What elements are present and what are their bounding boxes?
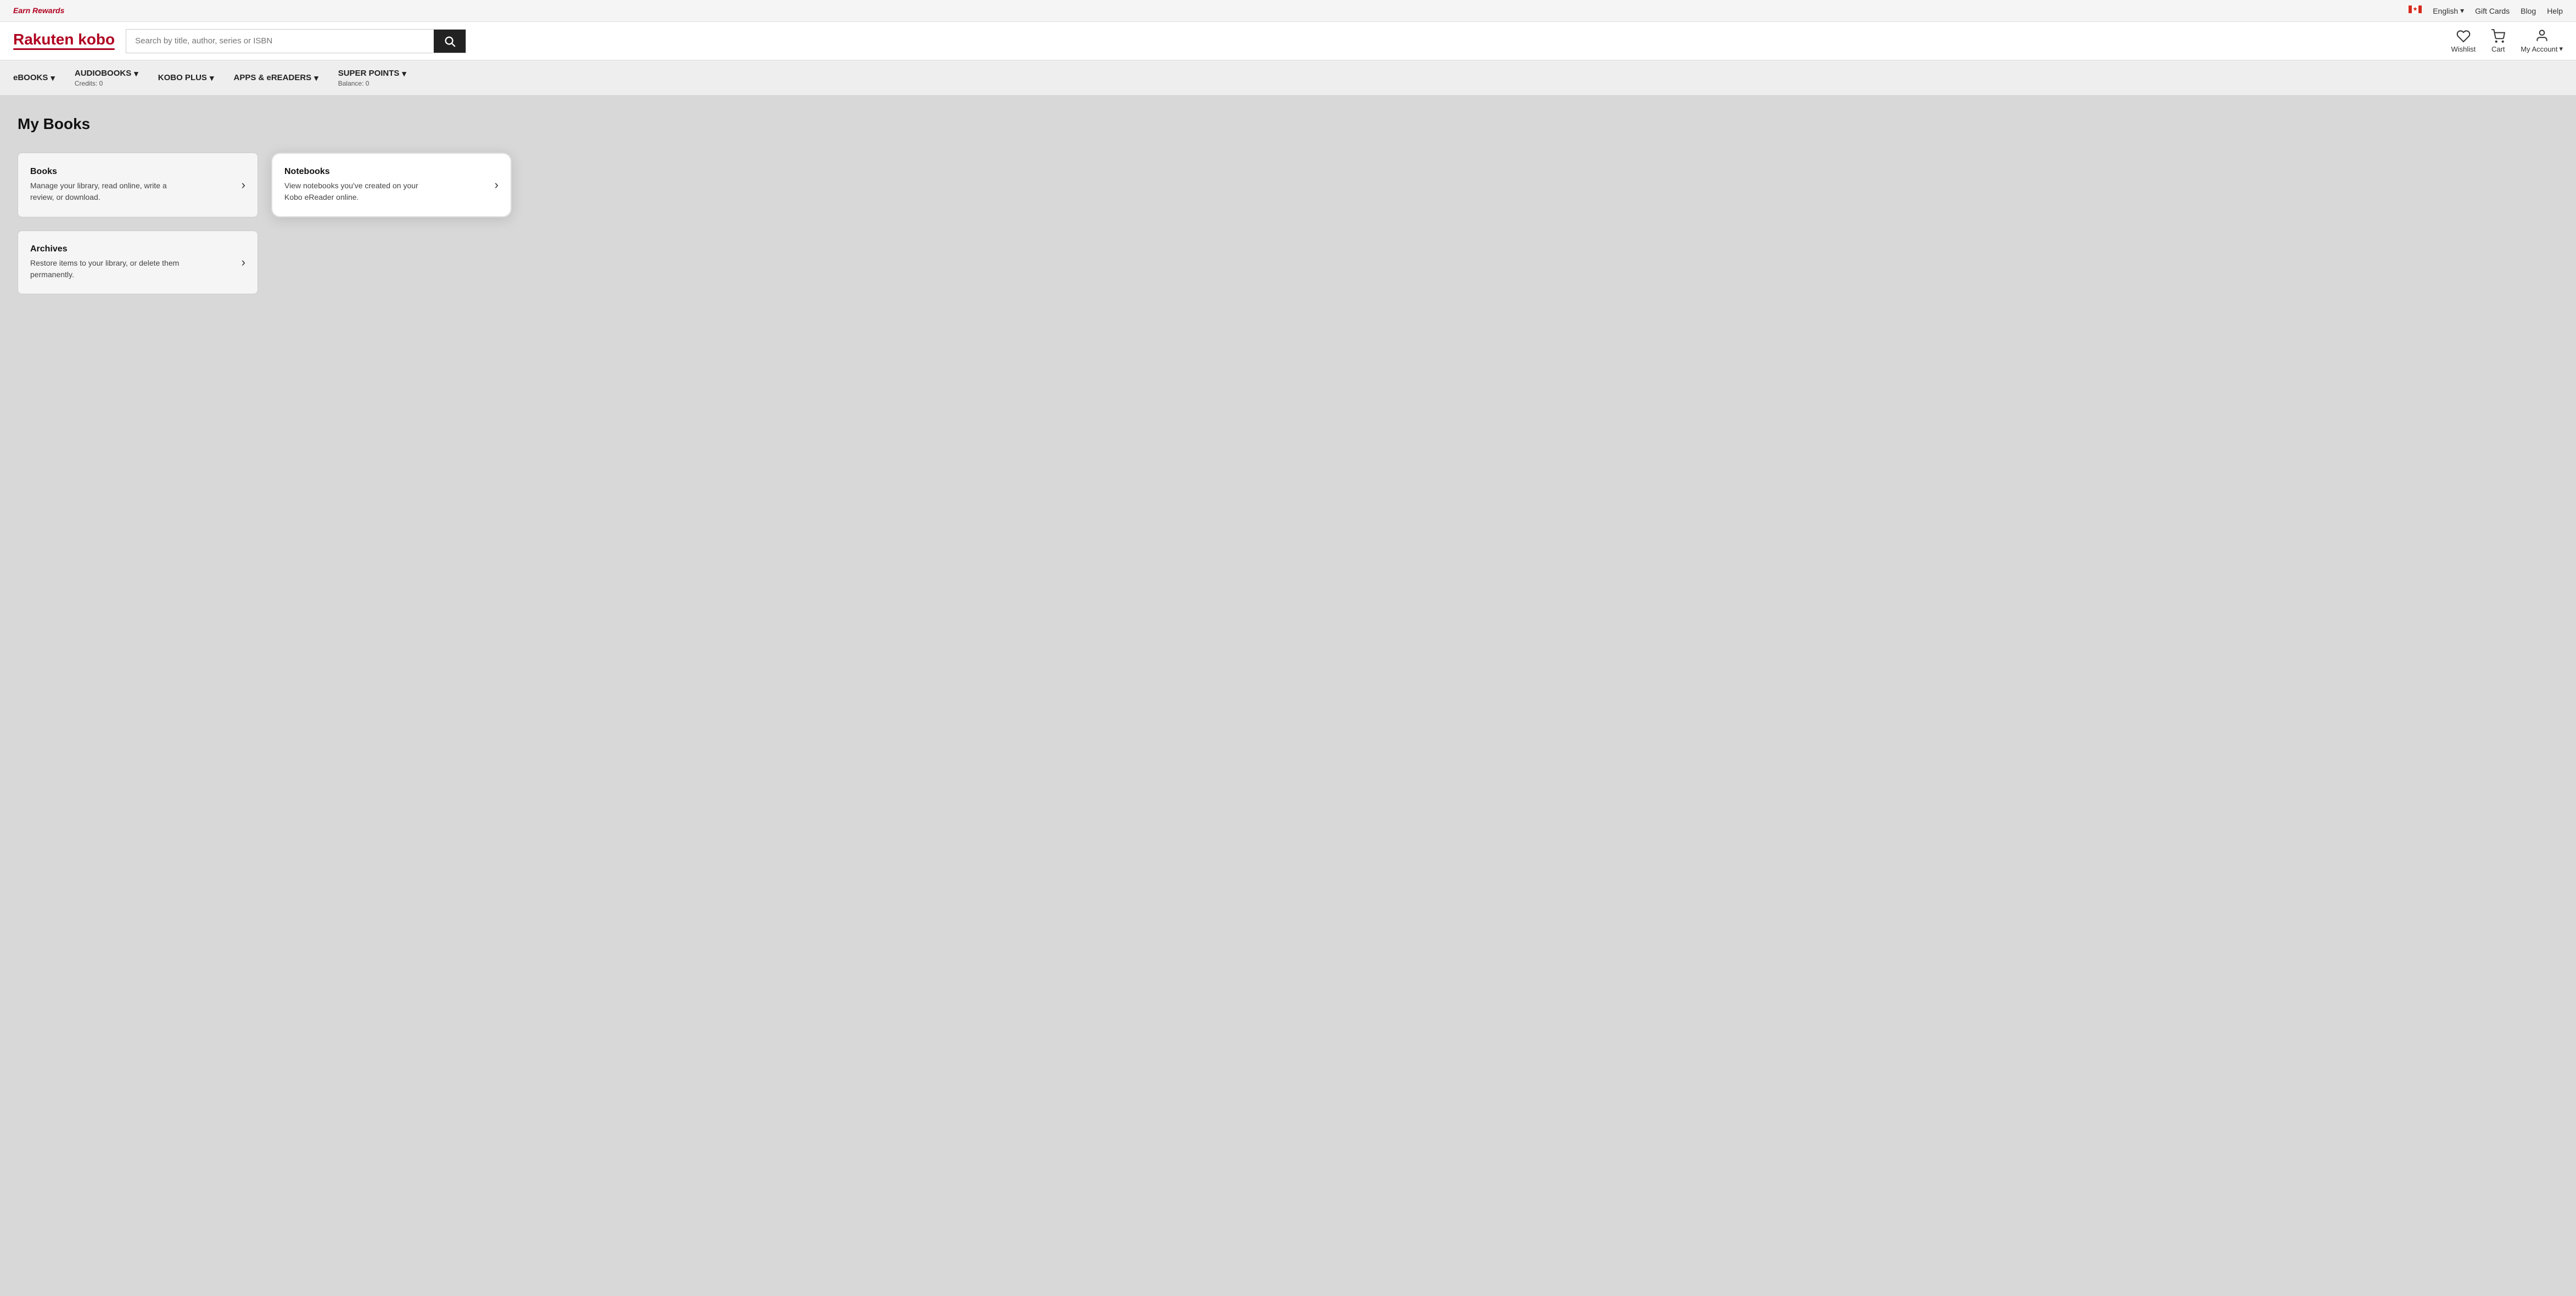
cards-bottom: Archives Restore items to your library, … [18,231,512,294]
nav-superpoints[interactable]: SUPER POINTS ▾ Balance: 0 [328,60,416,95]
help-link[interactable]: Help [2547,7,2563,15]
wishlist-label: Wishlist [2451,45,2476,53]
account-label: My Account ▾ [2521,44,2563,53]
nav-audiobooks[interactable]: AUDIOBOOKS ▾ Credits: 0 [65,60,148,95]
nav-audiobooks-chevron: ▾ [134,69,138,78]
archives-card-title: Archives [30,244,184,254]
heart-icon [2456,29,2471,43]
search-bar [126,29,466,53]
nav-apps-label: APPS & eREADERS [233,73,311,82]
nav-koboplus[interactable]: KOBO PLUS ▾ [148,60,224,95]
nav-bar: eBOOKS ▾ AUDIOBOOKS ▾ Credits: 0 KOBO PL… [0,60,2576,96]
books-card-arrow [242,178,245,192]
books-card-desc: Manage your library, read online, write … [30,180,184,203]
archives-card[interactable]: Archives Restore items to your library, … [18,231,258,294]
cart-icon [2491,29,2505,43]
empty-cell [271,231,512,294]
header-actions: Wishlist Cart My Account ▾ [2451,29,2563,53]
utility-bar-right: English ▾ Gift Cards Blog Help [2409,5,2563,16]
search-icon [444,35,456,47]
page-content: My Books Books Manage your library, read… [0,96,2576,1282]
archives-card-desc: Restore items to your library, or delete… [30,257,184,280]
language-chevron-icon: ▾ [2460,6,2464,15]
notebooks-card-title: Notebooks [284,167,438,177]
account-button[interactable]: My Account ▾ [2521,29,2563,53]
nav-ebooks-label: eBOOKS [13,73,48,82]
logo-rakuten: Rakuten [13,31,78,48]
logo-text: Rakuten kobo [13,32,115,47]
notebooks-card-text: Notebooks View notebooks you've created … [284,167,438,203]
books-card[interactable]: Books Manage your library, read online, … [18,153,258,217]
nav-ebooks[interactable]: eBOOKS ▾ [13,60,65,95]
search-input[interactable] [126,30,434,53]
earn-rewards-link[interactable]: Earn Rewards [13,6,64,15]
nav-superpoints-label: SUPER POINTS [338,69,400,78]
main-header: Rakuten kobo Wishlist Cart [0,22,2576,60]
nav-ebooks-chevron: ▾ [51,73,55,83]
nav-koboplus-label: KOBO PLUS [158,73,207,82]
logo-underline [13,48,115,50]
books-card-title: Books [30,167,184,177]
language-label: English [2433,7,2458,15]
utility-bar-left: Earn Rewards [13,6,64,16]
books-card-text: Books Manage your library, read online, … [30,167,184,203]
page-title: My Books [18,115,2558,133]
nav-superpoints-balance: Balance: 0 [338,80,369,87]
nav-apps[interactable]: APPS & eREADERS ▾ [223,60,328,95]
archives-card-text: Archives Restore items to your library, … [30,244,184,280]
nav-audiobooks-label: AUDIOBOOKS [75,69,131,78]
cart-label: Cart [2491,45,2505,53]
wishlist-button[interactable]: Wishlist [2451,29,2476,53]
logo-kobo: kobo [78,31,115,48]
blog-link[interactable]: Blog [2521,7,2536,15]
logo[interactable]: Rakuten kobo [13,32,115,50]
canada-flag-icon [2409,5,2422,16]
notebooks-card-desc: View notebooks you've created on your Ko… [284,180,438,203]
notebooks-card-arrow [495,178,499,192]
gift-cards-link[interactable]: Gift Cards [2475,7,2510,15]
cards-grid: Books Manage your library, read online, … [18,153,512,217]
nav-apps-chevron: ▾ [314,73,318,83]
utility-bar: Earn Rewards English ▾ Gift Cards Blog H… [0,0,2576,22]
account-chevron-icon: ▾ [2559,44,2563,53]
search-button[interactable] [434,30,466,53]
archives-card-arrow [242,255,245,270]
nav-koboplus-chevron: ▾ [210,73,214,83]
nav-audiobooks-credits: Credits: 0 [75,80,103,87]
notebooks-card[interactable]: Notebooks View notebooks you've created … [271,153,512,217]
language-selector[interactable]: English ▾ [2433,6,2464,15]
account-icon [2535,29,2549,43]
cart-button[interactable]: Cart [2491,29,2505,53]
nav-superpoints-chevron: ▾ [402,69,406,78]
